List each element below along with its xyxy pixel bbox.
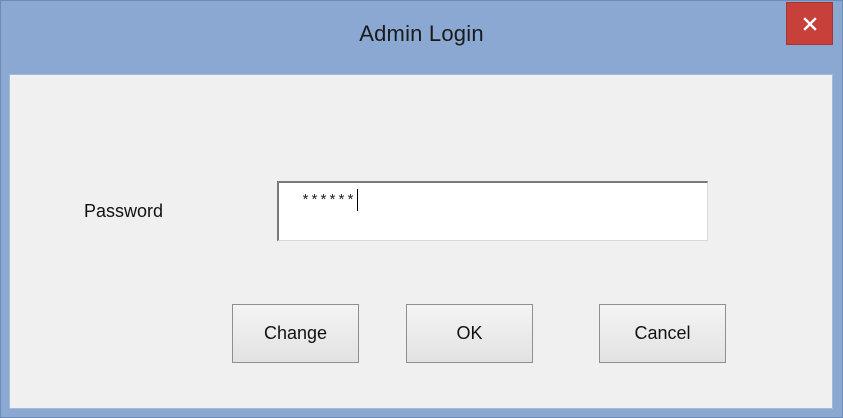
close-icon bbox=[803, 17, 817, 31]
dialog-body: Password ****** Change OK Cancel bbox=[9, 74, 833, 409]
password-field-value: ****** bbox=[301, 189, 359, 211]
title-bar[interactable]: Admin Login bbox=[1, 1, 842, 75]
password-label: Password bbox=[84, 201, 164, 221]
text-caret bbox=[357, 189, 359, 211]
ok-button[interactable]: OK bbox=[406, 304, 533, 363]
password-masked-text: ****** bbox=[301, 193, 356, 210]
window-title: Admin Login bbox=[359, 21, 484, 46]
close-button[interactable] bbox=[786, 2, 833, 45]
admin-login-window: Admin Login Password ****** Change OK Ca… bbox=[0, 0, 843, 418]
cancel-button[interactable]: Cancel bbox=[599, 304, 726, 363]
password-field[interactable]: ****** bbox=[277, 181, 708, 241]
change-button[interactable]: Change bbox=[232, 304, 359, 363]
